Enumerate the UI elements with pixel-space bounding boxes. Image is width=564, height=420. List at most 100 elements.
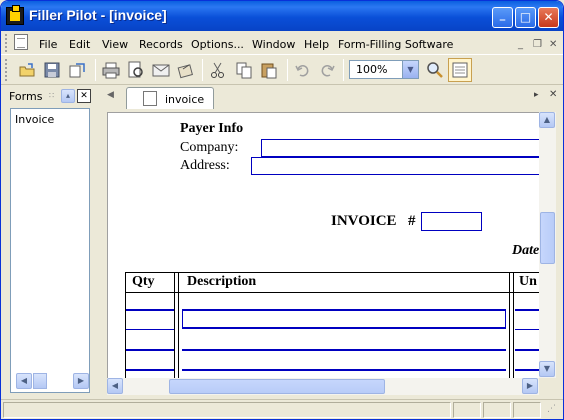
save-icon[interactable] [43, 61, 61, 79]
tab-invoice[interactable]: invoice [126, 87, 214, 109]
panel-grip-icon[interactable]: ∷ [49, 91, 54, 100]
list-item[interactable]: Invoice [15, 113, 54, 126]
status-bar: ⋰ [1, 399, 563, 419]
resize-grip-icon[interactable]: ⋰ [547, 404, 556, 414]
form-view-icon [452, 62, 468, 78]
scroll-up-button[interactable]: ▲ [539, 112, 555, 128]
row-rule [515, 329, 539, 330]
minimize-button[interactable]: _ [492, 7, 513, 28]
print-icon[interactable] [102, 61, 120, 79]
qty-field-row-1[interactable] [126, 309, 174, 329]
column-header-unit: Un [519, 274, 537, 289]
print-preview-icon[interactable] [127, 61, 145, 79]
chevron-down-icon[interactable]: ▼ [402, 61, 418, 78]
menu-options[interactable]: Options... [191, 38, 244, 51]
mdi-restore-button[interactable]: ❐ [533, 39, 542, 50]
toolbar-separator [287, 59, 288, 81]
form-view-toggle[interactable] [448, 58, 472, 82]
address-label: Address: [180, 158, 230, 173]
copy-icon[interactable] [235, 61, 253, 79]
table-header-rule [125, 292, 539, 293]
toolbar-separator [343, 59, 344, 81]
scroll-down-button[interactable]: ▼ [539, 361, 555, 377]
app-icon[interactable] [6, 5, 24, 25]
scroll-right-button[interactable]: ▶ [522, 378, 538, 394]
menu-edit[interactable]: Edit [69, 38, 90, 51]
column-header-qty: Qty [132, 274, 155, 289]
description-field-row-2[interactable] [182, 349, 506, 369]
tab-close-icon[interactable]: ✕ [549, 89, 557, 100]
zoom-icon[interactable] [426, 61, 444, 79]
forms-panel: Forms ∷ ▴ ✕ Invoice ◀ ▶ [5, 87, 93, 393]
address-field[interactable] [251, 157, 539, 175]
menubar-grip[interactable] [5, 34, 8, 52]
mdi-close-button[interactable]: ✕ [549, 39, 557, 50]
tab-scroll-right-icon[interactable]: ▸ [534, 90, 539, 100]
horizontal-scrollbar[interactable]: ◀ ▶ [107, 378, 539, 395]
qty-field-row-3[interactable] [126, 369, 174, 378]
minimize-icon: _ [499, 8, 506, 21]
menu-file[interactable]: File [39, 38, 57, 51]
status-cell-main [3, 402, 451, 418]
close-icon: ✕ [543, 10, 554, 24]
horizontal-scroll-thumb[interactable] [169, 379, 385, 394]
status-cell [513, 402, 541, 418]
document-menu-icon[interactable] [14, 34, 28, 50]
maximize-icon: □ [519, 10, 532, 24]
menu-records[interactable]: Records [139, 38, 183, 51]
title-bar[interactable]: Filler Pilot - [invoice] _ □ ✕ [1, 1, 563, 31]
column-divider [513, 272, 514, 378]
vertical-scrollbar[interactable]: ▲ ▼ [539, 112, 556, 378]
cut-icon[interactable] [209, 61, 227, 79]
company-field[interactable] [261, 139, 539, 157]
document-area: ◀ invoice ▸ ✕ Payer Info Company: Addres… [99, 87, 563, 395]
forms-list: Invoice ◀ ▶ [10, 108, 90, 393]
open-icon[interactable] [18, 61, 36, 79]
attach-icon[interactable] [177, 61, 195, 79]
scroll-left-button[interactable]: ◀ [16, 373, 32, 389]
menu-help[interactable]: Help [304, 38, 329, 51]
panel-collapse-button[interactable]: ▴ [61, 89, 75, 103]
scroll-left-button[interactable]: ◀ [107, 378, 123, 394]
column-header-description: Description [187, 274, 257, 289]
invoice-number-field[interactable] [421, 212, 482, 231]
payer-info-heading: Payer Info [180, 121, 244, 136]
column-divider [178, 272, 179, 378]
column-divider [509, 272, 510, 378]
menu-form-filling-software[interactable]: Form-Filling Software [338, 38, 453, 51]
document-icon [143, 91, 157, 106]
status-cell [483, 402, 511, 418]
horizontal-scroll-thumb[interactable] [33, 373, 47, 389]
vertical-scroll-thumb[interactable] [540, 212, 555, 264]
panel-close-button[interactable]: ✕ [77, 89, 91, 103]
menu-view[interactable]: View [102, 38, 128, 51]
export-icon[interactable] [68, 61, 86, 79]
toolbar-separator [95, 59, 96, 81]
redo-icon[interactable] [318, 61, 336, 79]
unit-field-row-3[interactable] [515, 369, 539, 378]
zoom-select[interactable]: 100% ▼ [349, 60, 419, 79]
undo-icon[interactable] [294, 61, 312, 79]
email-icon[interactable] [152, 61, 170, 79]
paste-icon[interactable] [260, 61, 278, 79]
close-button[interactable]: ✕ [538, 7, 559, 28]
mdi-minimize-button[interactable]: _ [518, 39, 523, 50]
qty-field-row-2[interactable] [126, 349, 174, 369]
unit-field-row-2[interactable] [515, 349, 539, 369]
toolbar-grip[interactable] [5, 59, 8, 81]
tab-label: invoice [165, 93, 205, 106]
description-field-row-3[interactable] [182, 369, 506, 378]
tab-scroll-left-icon[interactable]: ◀ [107, 90, 114, 100]
maximize-button[interactable]: □ [515, 7, 536, 28]
row-rule [126, 329, 174, 330]
unit-field-row-1[interactable] [515, 309, 539, 329]
forms-panel-title: Forms [9, 90, 43, 103]
column-divider [174, 272, 175, 378]
scroll-right-button[interactable]: ▶ [73, 373, 89, 389]
invoice-hash: # [408, 213, 416, 229]
description-field-row-1[interactable] [182, 309, 506, 329]
status-cell [453, 402, 481, 418]
toolbar-separator [202, 59, 203, 81]
date-label: Date [512, 243, 539, 258]
menu-window[interactable]: Window [252, 38, 295, 51]
